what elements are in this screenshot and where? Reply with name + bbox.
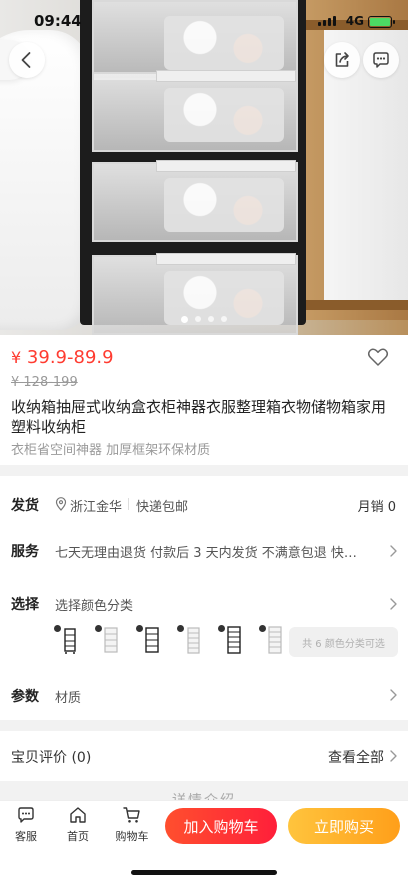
bottom-action-bar: 客服 首页 购物车 加入购物车 立即购买 bbox=[0, 800, 408, 852]
price-range: 39.9-89.9 bbox=[26, 347, 114, 368]
chevron-right-icon bbox=[390, 750, 397, 762]
customer-service-button[interactable]: 客服 bbox=[6, 805, 46, 844]
product-subtitle: 衣柜省空间神器 加厚框架环保材质 bbox=[11, 443, 211, 458]
signal-icon bbox=[318, 16, 336, 26]
variant-thumbnail[interactable] bbox=[136, 625, 168, 657]
drawer-2 bbox=[92, 70, 298, 152]
customer-service-label: 客服 bbox=[15, 830, 37, 843]
product-price: ¥ 39.9-89.9 bbox=[11, 347, 114, 368]
service-row[interactable]: 服务 七天无理由退货 付款后 3 天内发货 不满意包退 快… bbox=[0, 530, 408, 570]
drawer-4 bbox=[92, 253, 298, 335]
params-row[interactable]: 参数 材质 bbox=[0, 676, 408, 716]
divider bbox=[128, 498, 129, 510]
home-label: 首页 bbox=[67, 830, 89, 843]
chevron-right-icon bbox=[390, 689, 397, 701]
carousel-dot bbox=[208, 316, 214, 322]
monthly-sales: 月销 0 bbox=[357, 500, 396, 515]
home-indicator-area bbox=[0, 852, 408, 883]
selection-text: 选择颜色分类 bbox=[55, 599, 134, 614]
home-icon bbox=[70, 807, 86, 823]
shipping-location: 浙江金华 bbox=[70, 500, 123, 515]
service-label: 服务 bbox=[11, 544, 39, 560]
currency-symbol: ¥ bbox=[11, 348, 22, 367]
chat-icon bbox=[18, 807, 34, 823]
shipping-label: 发货 bbox=[11, 498, 39, 514]
variant-thumbnail[interactable] bbox=[95, 625, 127, 657]
battery-icon bbox=[368, 16, 395, 28]
shopping-cart-icon bbox=[123, 807, 140, 823]
more-variants-button[interactable]: 共 6 颜色分类可选 bbox=[289, 627, 398, 657]
params-text: 材质 bbox=[55, 691, 82, 706]
carousel-dot bbox=[195, 316, 201, 322]
favorite-heart-icon[interactable] bbox=[366, 345, 390, 369]
cart-button[interactable]: 购物车 bbox=[110, 805, 154, 844]
back-button[interactable] bbox=[9, 42, 45, 78]
shipping-method: 快递包邮 bbox=[136, 500, 189, 515]
service-text: 七天无理由退货 付款后 3 天内发货 不满意包退 快… bbox=[55, 546, 357, 561]
carousel-dot bbox=[181, 316, 188, 323]
share-button[interactable] bbox=[324, 42, 360, 78]
variant-thumbnails bbox=[54, 625, 291, 657]
chevron-left-icon bbox=[21, 52, 31, 68]
share-icon bbox=[335, 52, 349, 67]
variant-thumbnail[interactable] bbox=[177, 625, 209, 657]
drawer-3 bbox=[92, 160, 298, 242]
network-type: 4G bbox=[345, 14, 364, 28]
carousel-dots bbox=[0, 316, 408, 323]
cart-label: 购物车 bbox=[115, 830, 149, 843]
reviews-section[interactable]: 宝贝评价 (0) 查看全部 bbox=[0, 731, 408, 781]
chat-more-icon bbox=[373, 52, 389, 68]
more-options-button[interactable] bbox=[363, 42, 399, 78]
params-label: 参数 bbox=[11, 689, 39, 705]
location-pin-icon bbox=[55, 497, 67, 511]
reviews-count: 宝贝评价 (0) bbox=[11, 750, 92, 766]
variant-thumbnail[interactable] bbox=[54, 625, 86, 657]
status-bar: 09:44 4G bbox=[0, 0, 408, 44]
carousel-dot bbox=[221, 316, 227, 322]
add-to-cart-button[interactable]: 加入购物车 bbox=[165, 808, 277, 844]
original-price: ¥ 128-199 bbox=[11, 375, 78, 390]
variant-thumbnail[interactable] bbox=[218, 625, 250, 657]
product-info-section: ¥ 39.9-89.9 ¥ 128-199 收纳箱抽屉式收纳盒衣柜神器衣服整理箱… bbox=[0, 335, 408, 465]
selection-label: 选择 bbox=[11, 597, 39, 613]
home-button[interactable]: 首页 bbox=[58, 805, 98, 844]
product-title: 收纳箱抽屉式收纳盒衣柜神器衣服整理箱衣物储物箱家用塑料收纳柜 bbox=[11, 398, 387, 436]
view-all-reviews-link[interactable]: 查看全部 bbox=[328, 747, 384, 767]
variant-thumbnail[interactable] bbox=[259, 625, 291, 657]
buy-now-button[interactable]: 立即购买 bbox=[288, 808, 400, 844]
chevron-right-icon bbox=[390, 545, 397, 557]
status-time: 09:44 bbox=[34, 12, 82, 30]
home-indicator[interactable] bbox=[131, 870, 277, 875]
chevron-right-icon bbox=[390, 598, 397, 610]
